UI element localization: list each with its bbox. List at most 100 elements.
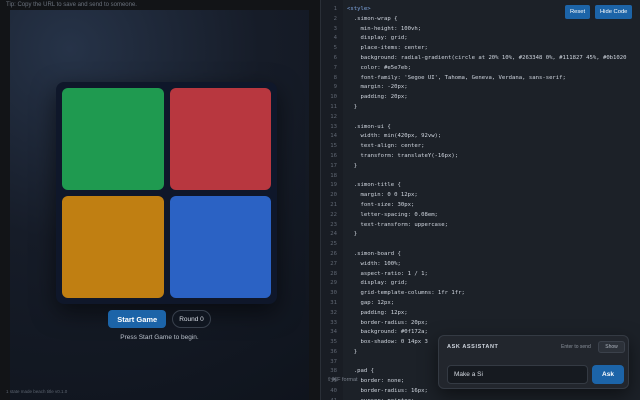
code-text: } — [347, 103, 358, 110]
code-line[interactable]: 15 text-align: center; — [321, 142, 640, 152]
line-number: 16 — [330, 152, 337, 159]
code-line[interactable]: 5 place-items: center; — [321, 44, 640, 54]
code-line[interactable]: 4 display: grid; — [321, 34, 640, 44]
line-number: 24 — [330, 231, 337, 238]
code-line[interactable]: 1 <style> — [321, 5, 640, 15]
code-line[interactable]: 27 width: 100%; — [321, 260, 640, 270]
assistant-input[interactable] — [447, 365, 588, 384]
code-line[interactable]: 21 font-size: 30px; — [321, 201, 640, 211]
code-line[interactable]: 13 .simon-ui { — [321, 123, 640, 133]
code-text: place-items: center; — [347, 45, 428, 52]
code-line[interactable]: 2 .simon-wrap { — [321, 15, 640, 25]
show-button[interactable]: Show — [598, 341, 625, 353]
code-text: min-height: 100vh; — [347, 25, 422, 32]
green-pad[interactable] — [62, 88, 164, 190]
line-number: 26 — [330, 250, 337, 257]
code-text: .simon-ui { — [347, 123, 391, 130]
code-line[interactable]: 24 } — [321, 230, 640, 240]
code-line[interactable]: 3 min-height: 100vh; — [321, 25, 640, 35]
line-number: 17 — [330, 162, 337, 169]
code-text: grid-template-columns: 1fr 1fr; — [347, 290, 465, 297]
line-number: 23 — [330, 221, 337, 228]
code-text: .simon-wrap { — [347, 15, 398, 22]
start-game-button[interactable]: Start Game — [108, 310, 167, 328]
code-line[interactable]: 6 background: radial-gradient(circle at … — [321, 54, 640, 64]
code-line[interactable]: 25 — [321, 240, 640, 250]
code-text: } — [347, 348, 358, 355]
line-number: 27 — [330, 260, 337, 267]
code-line[interactable]: 26 .simon-board { — [321, 250, 640, 260]
line-number: 18 — [330, 172, 337, 179]
round-indicator: Round 0 — [172, 310, 211, 328]
code-text: width: 100%; — [347, 260, 401, 267]
line-number: 19 — [330, 182, 337, 189]
code-line[interactable]: 33 border-radius: 20px; — [321, 319, 640, 329]
game-controls: Start Game Round 0 — [10, 310, 309, 328]
code-text: } — [347, 162, 358, 169]
line-number: 25 — [330, 241, 337, 248]
line-number: 9 — [333, 84, 337, 91]
line-number: 29 — [330, 280, 337, 287]
reset-button[interactable]: Reset — [565, 5, 591, 19]
blue-pad[interactable] — [169, 196, 271, 298]
code-line[interactable]: 16 transform: translateY(-16px); — [321, 152, 640, 162]
game-status: Press Start Game to begin. — [120, 334, 199, 341]
code-text: .pad { — [347, 368, 374, 375]
line-number: 40 — [330, 388, 337, 395]
format-shortcut-label: ⇧⌘F format — [327, 377, 358, 383]
code-line[interactable]: 14 width: min(420px, 92vw); — [321, 132, 640, 142]
assistant-hint: Enter to send — [561, 344, 591, 350]
code-text: .simon-board { — [347, 250, 401, 257]
code-text: display: grid; — [347, 35, 408, 42]
code-line[interactable]: 10 padding: 20px; — [321, 93, 640, 103]
line-number: 30 — [330, 290, 337, 297]
game-stage: Start Game Round 0 Press Start Game to b… — [10, 10, 309, 400]
code-line[interactable]: 7 color: #e5e7eb; — [321, 64, 640, 74]
line-number: 10 — [330, 94, 337, 101]
line-number: 28 — [330, 270, 337, 277]
line-number: 14 — [330, 133, 337, 140]
code-text: border-radius: 20px; — [347, 319, 428, 326]
code-text: gap: 12px; — [347, 299, 395, 306]
code-line[interactable]: 32 padding: 12px; — [321, 309, 640, 319]
red-pad[interactable] — [169, 88, 271, 190]
line-number: 3 — [333, 25, 337, 32]
code-line[interactable]: 12 — [321, 113, 640, 123]
hide-code-button[interactable]: Hide Code — [595, 5, 633, 19]
line-number: 37 — [330, 358, 337, 365]
simon-board — [56, 82, 277, 304]
preview-pane: Tip: Copy the URL to save and send to so… — [0, 0, 320, 400]
code-text: padding: 20px; — [347, 94, 408, 101]
line-number: 4 — [333, 35, 337, 42]
code-line[interactable]: 30 grid-template-columns: 1fr 1fr; — [321, 289, 640, 299]
line-number: 38 — [330, 368, 337, 375]
yellow-pad[interactable] — [62, 196, 164, 298]
code-line[interactable]: 29 display: grid; — [321, 279, 640, 289]
code-text: background: #0f172a; — [347, 329, 428, 336]
ask-button[interactable]: Ask — [592, 365, 624, 384]
line-number: 21 — [330, 201, 337, 208]
code-line[interactable]: 23 text-transform: uppercase; — [321, 221, 640, 231]
code-text: color: #e5e7eb; — [347, 64, 411, 71]
code-line[interactable]: 28 aspect-ratio: 1 / 1; — [321, 270, 640, 280]
code-text: background: radial-gradient(circle at 20… — [347, 54, 627, 61]
code-line[interactable]: 11 } — [321, 103, 640, 113]
code-line[interactable]: 22 letter-spacing: 0.08em; — [321, 211, 640, 221]
code-text: display: grid; — [347, 280, 408, 287]
code-text: text-transform: uppercase; — [347, 221, 449, 228]
line-number: 22 — [330, 211, 337, 218]
code-text: <style> — [347, 6, 371, 12]
code-text: margin: 0 0 12px; — [347, 192, 418, 199]
line-number: 15 — [330, 143, 337, 150]
code-line[interactable]: 19 .simon-title { — [321, 181, 640, 191]
code-line[interactable]: 8 font-family: 'Segoe UI', Tahoma, Genev… — [321, 74, 640, 84]
line-number: 6 — [333, 54, 337, 61]
code-line[interactable]: 31 gap: 12px; — [321, 299, 640, 309]
code-line[interactable]: 17 } — [321, 162, 640, 172]
code-line[interactable]: 18 — [321, 172, 640, 182]
code-line[interactable]: 9 margin: -20px; — [321, 83, 640, 93]
code-line[interactable]: 20 margin: 0 0 12px; — [321, 191, 640, 201]
